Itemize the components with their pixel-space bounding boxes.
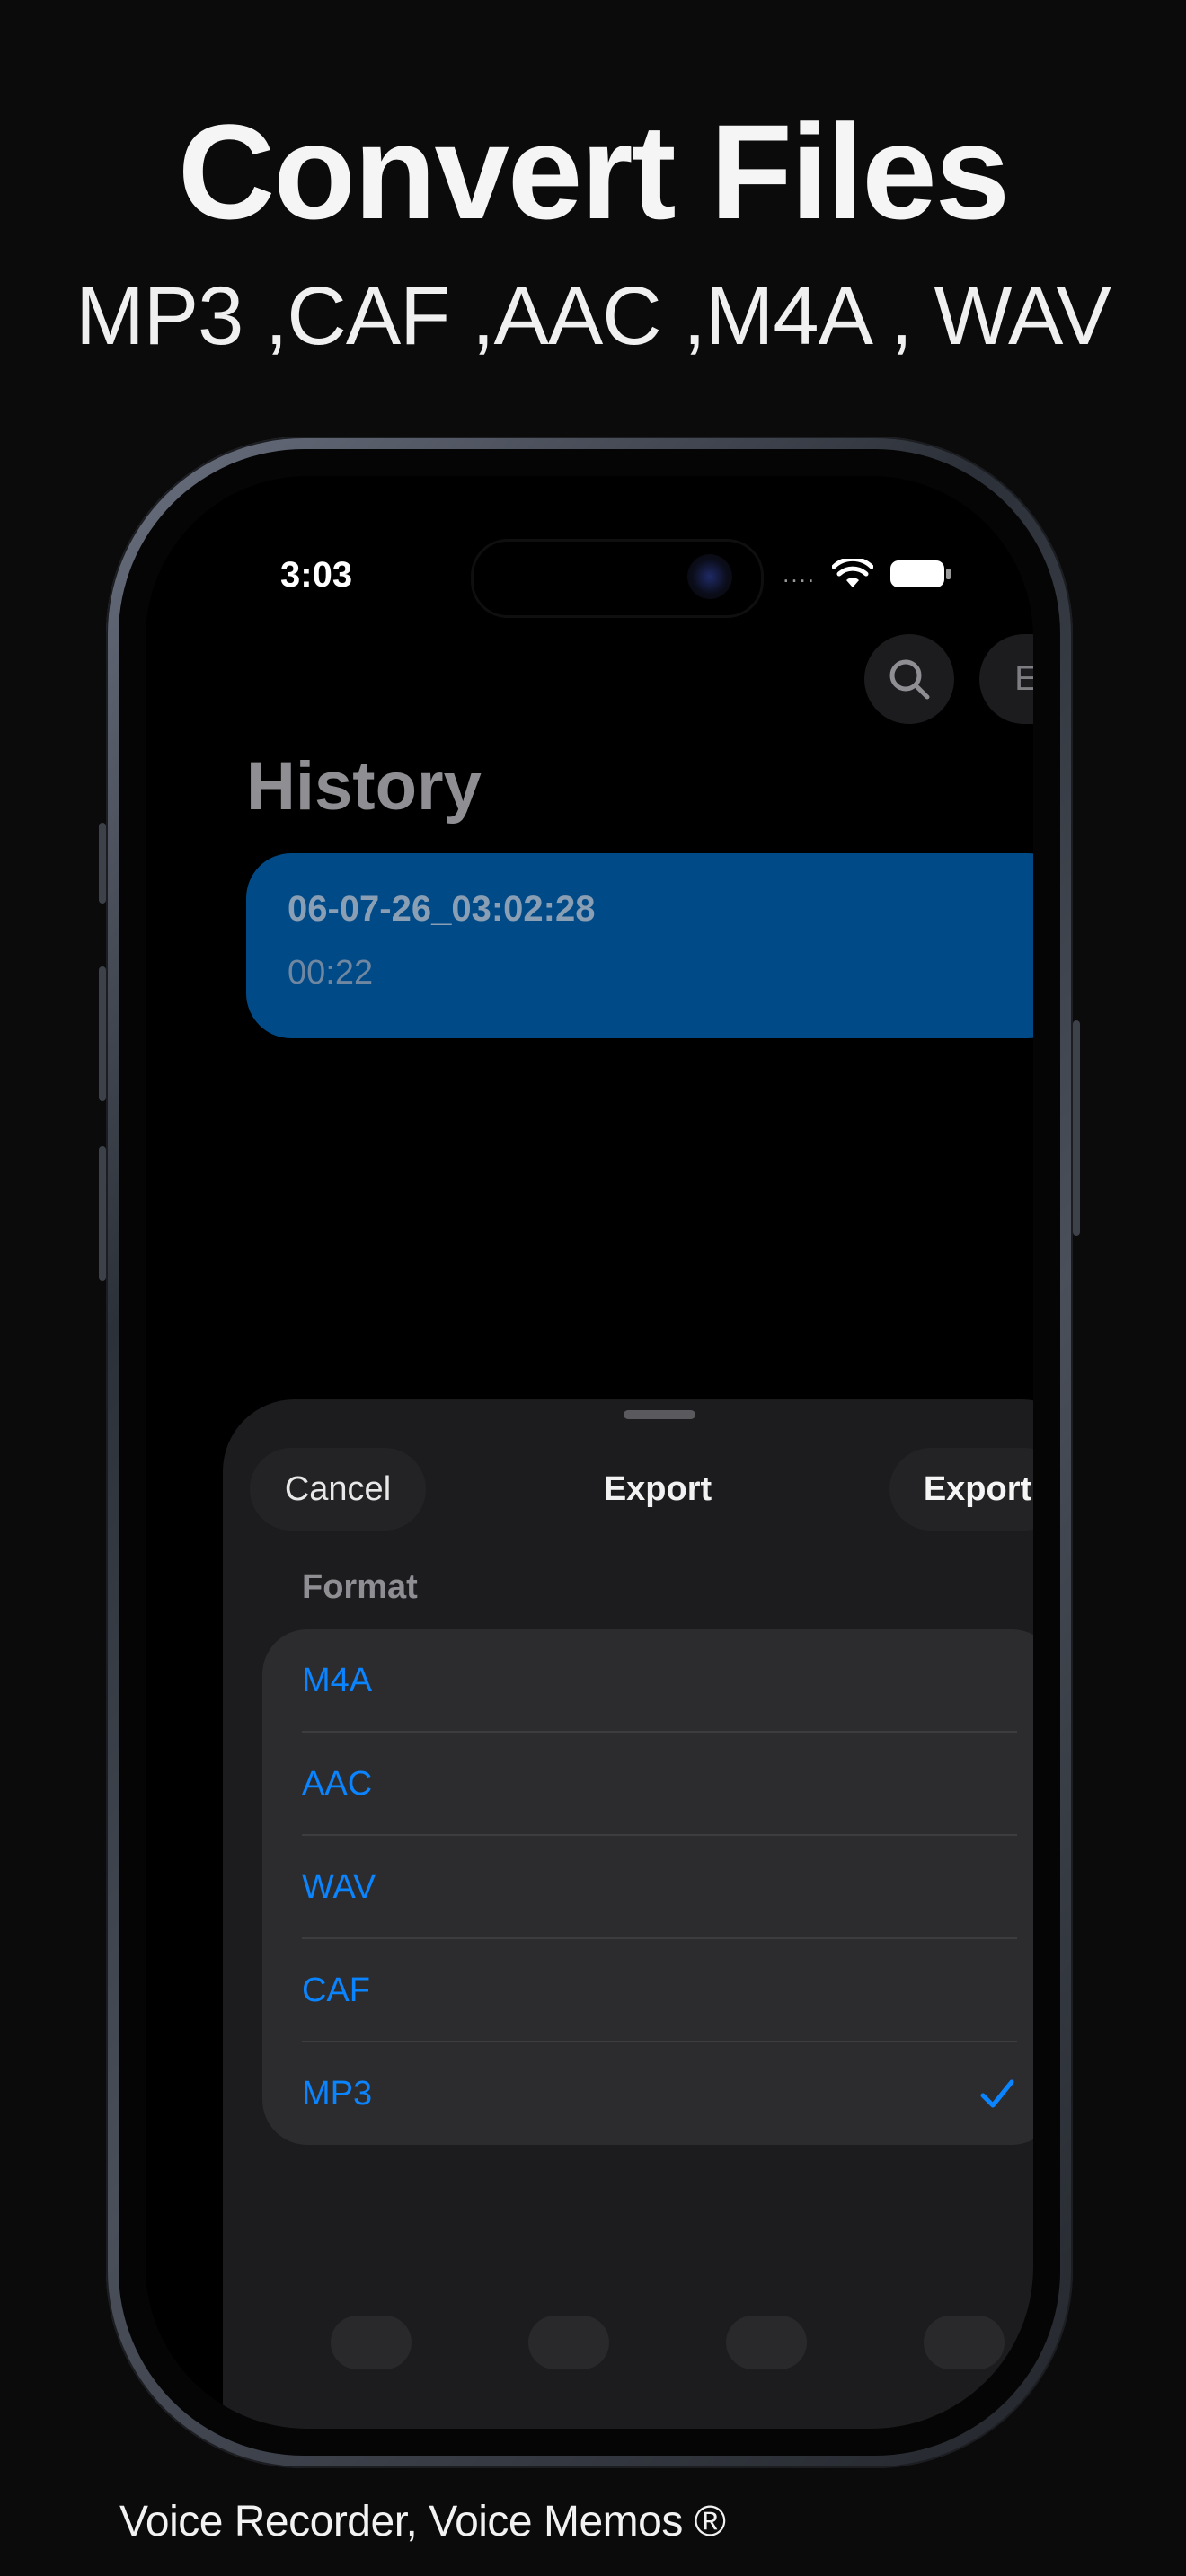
volume-down-button — [99, 1146, 106, 1281]
phone-screen: 3:03 .... E History 06-07-26_03:02:28 00… — [146, 476, 1033, 2429]
tab-placeholder — [924, 2316, 1005, 2369]
power-button — [1073, 1020, 1080, 1236]
format-option-m4a[interactable]: M4A — [262, 1629, 1033, 1733]
format-option-caf[interactable]: CAF — [262, 1939, 1033, 2042]
format-label: Format — [302, 1568, 418, 1606]
phone-frame: 3:03 .... E History 06-07-26_03:02:28 00… — [99, 437, 1080, 2468]
promo-subline: MP3 ,CAF ,AAC ,M4A , WAV — [75, 270, 1111, 362]
phone-bezel: 3:03 .... E History 06-07-26_03:02:28 00… — [119, 449, 1060, 2456]
format-list: M4A AAC WAV CAF MP3 — [262, 1629, 1033, 2145]
checkmark-icon — [980, 2079, 1014, 2108]
battery-icon — [890, 560, 951, 587]
volume-up-button — [99, 966, 106, 1101]
recording-name: 06-07-26_03:02:28 — [288, 889, 596, 929]
edit-button[interactable]: Edit — [979, 634, 1033, 724]
search-button[interactable] — [864, 634, 954, 724]
recording-card[interactable]: 06-07-26_03:02:28 00:22 — [246, 853, 1033, 1038]
status-time: 3:03 — [280, 555, 353, 595]
promo-headline: Convert Files — [177, 96, 1010, 247]
format-option-label: M4A — [302, 1662, 373, 1699]
wifi-icon — [832, 559, 873, 587]
export-sheet: Cancel Export Export Format M4A AAC WAV — [223, 1399, 1033, 2429]
format-option-wav[interactable]: WAV — [262, 1836, 1033, 1939]
format-option-label: MP3 — [302, 2075, 373, 2113]
format-option-label: WAV — [302, 1868, 376, 1906]
footer-caption: Voice Recorder, Voice Memos ® — [119, 2498, 726, 2545]
tab-bar-faded — [259, 2298, 1033, 2405]
sheet-grabber[interactable] — [624, 1410, 695, 1419]
format-option-mp3[interactable]: MP3 — [262, 2042, 1033, 2145]
status-icons: .... — [783, 559, 952, 589]
format-option-label: AAC — [302, 1765, 373, 1803]
format-option-label: CAF — [302, 1972, 370, 2009]
tab-placeholder — [528, 2316, 609, 2369]
dynamic-island — [471, 539, 764, 618]
search-icon — [890, 659, 930, 700]
export-button[interactable]: Export — [890, 1448, 1033, 1531]
action-button — [99, 823, 106, 904]
tab-placeholder — [726, 2316, 807, 2369]
recording-duration: 00:22 — [288, 954, 374, 992]
signal-dots: .... — [783, 560, 816, 587]
tab-placeholder — [331, 2316, 412, 2369]
history-title: History — [246, 748, 482, 825]
format-option-aac[interactable]: AAC — [262, 1733, 1033, 1836]
camera-icon — [687, 554, 732, 599]
